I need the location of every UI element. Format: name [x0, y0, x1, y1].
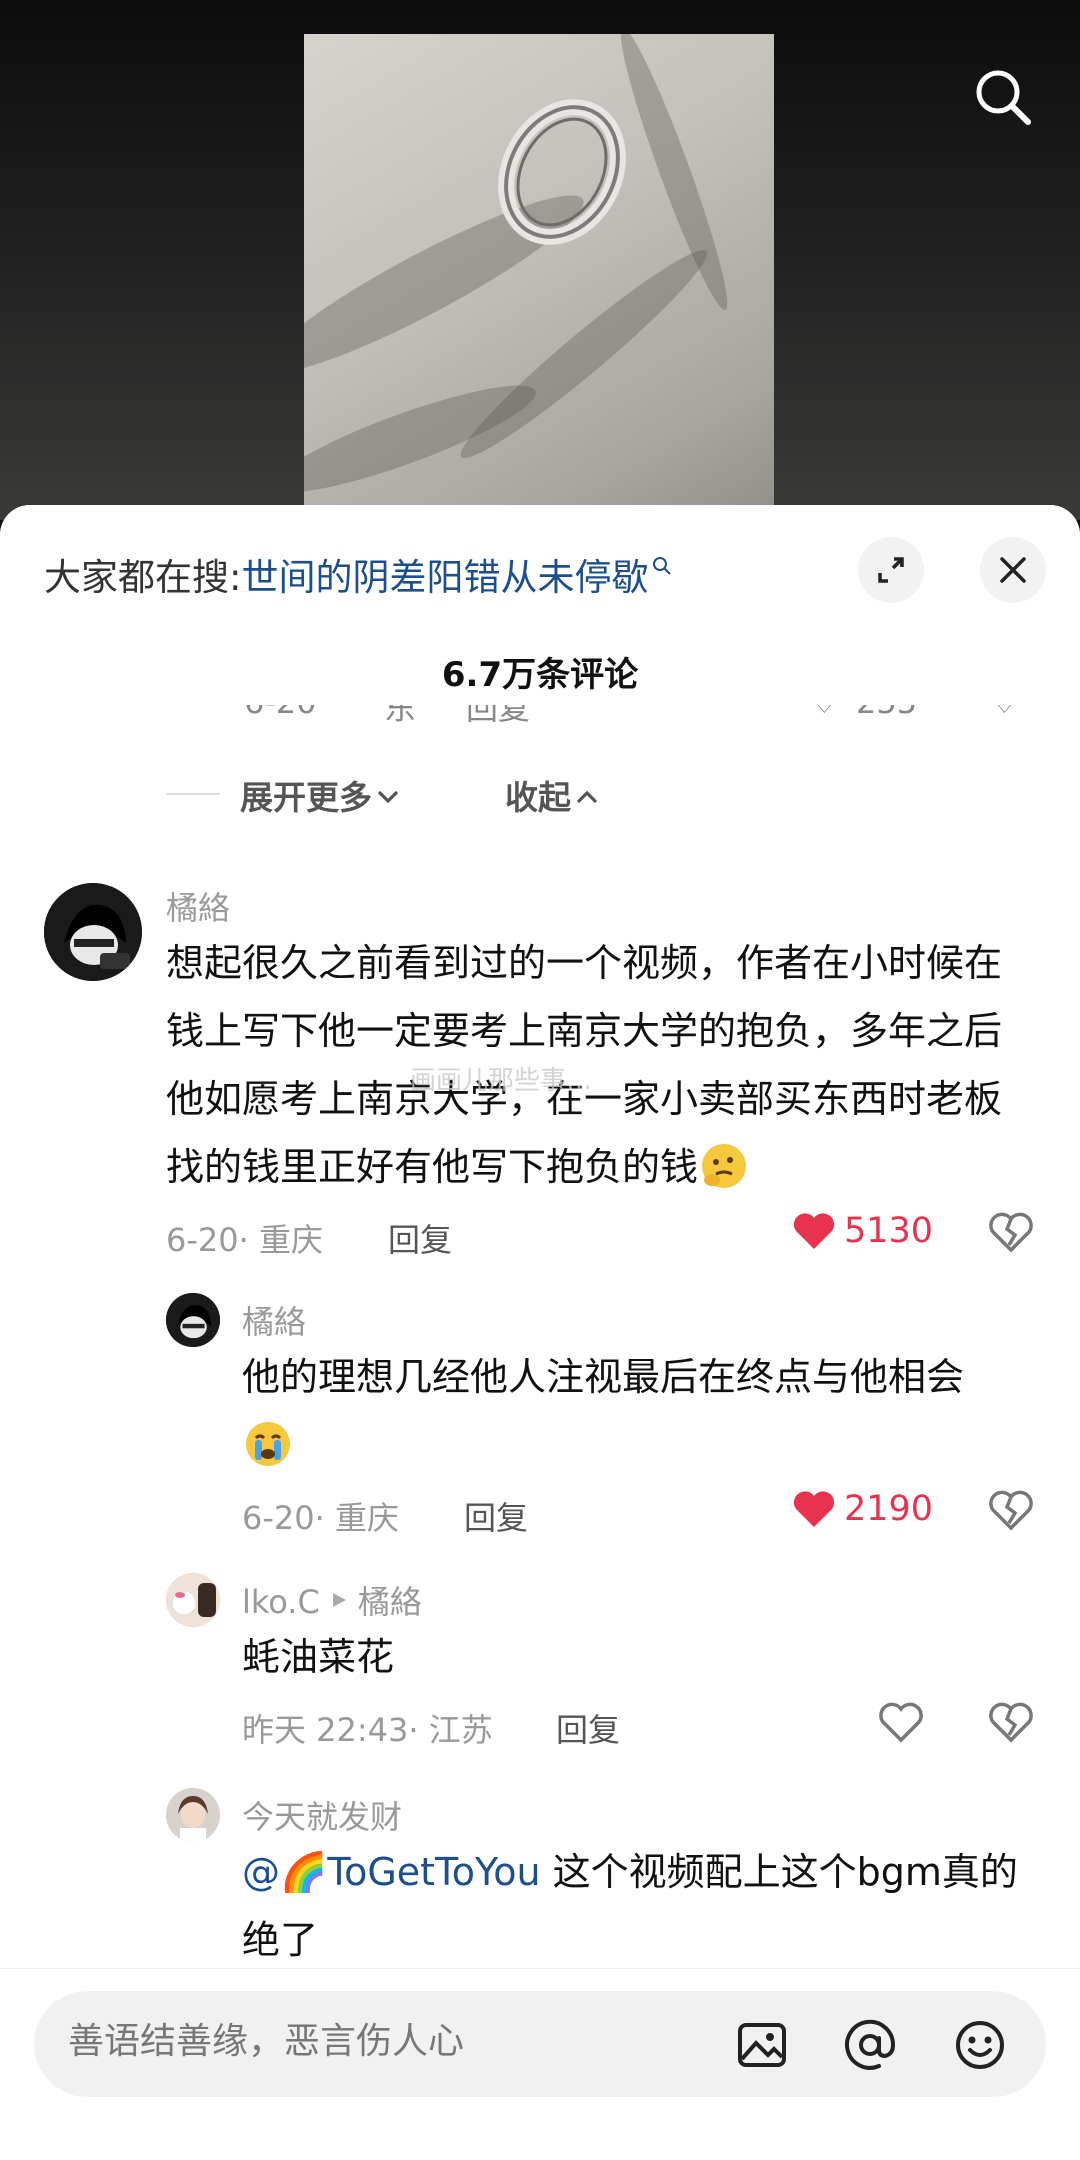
comment-input-pill[interactable] [34, 1991, 1046, 2097]
search-button[interactable] [966, 60, 1040, 134]
trending-query-link[interactable]: 世间的阴差阳错从未停歇 [241, 556, 648, 599]
reply-header: lko.C 橘絡 [242, 1577, 422, 1623]
chevron-up-icon [576, 790, 598, 804]
reply-item: 橘絡 他的理想几经他人注视最后在终点与他相会 6-20· 重庆 回复 2190 [0, 1285, 1080, 1545]
heart-icon [793, 1491, 835, 1527]
reply-item: lko.C 橘絡 蚝油菜花 昨天 22:43· 江苏 回复 [0, 1565, 1080, 1765]
reply-to-username[interactable]: 橘絡 [358, 1583, 422, 1621]
broken-heart-icon[interactable] [988, 1489, 1034, 1531]
avatar-illustration [166, 1573, 220, 1627]
sheet-header: 大家都在搜:世间的阴差阳错从未停歇 6.7万条评论 [0, 505, 1080, 705]
comment-meta: 6-20· 重庆 [242, 1499, 399, 1537]
comment-meta: 昨天 22:43· 江苏 [242, 1711, 493, 1749]
trending-search[interactable]: 大家都在搜:世间的阴差阳错从未停歇 [44, 547, 672, 601]
crying-emoji-icon [246, 1422, 290, 1466]
like-count: 2190 [844, 1489, 934, 1529]
heart-outline-icon[interactable] [878, 1701, 924, 1743]
heart-icon [793, 1213, 835, 1249]
comment-username[interactable]: lko.C [242, 1583, 320, 1621]
expand-more-label: 展开更多 [240, 778, 372, 817]
avatar-illustration [166, 1788, 220, 1842]
at-icon [845, 2019, 896, 2070]
avatar[interactable] [166, 1293, 220, 1347]
divider-line [166, 793, 220, 795]
collapse-label: 收起 [505, 778, 571, 817]
comment-body: 他的理想几经他人注视最后在终点与他相会 [242, 1355, 965, 1399]
comment-meta: 6-20· 重庆 [166, 1221, 323, 1259]
avatar[interactable] [44, 883, 142, 981]
comment-text: 他的理想几经他人注视最后在终点与他相会 [242, 1343, 1032, 1479]
like-count: 5130 [844, 1211, 934, 1251]
reply-button[interactable]: 回复 [556, 1705, 620, 1751]
emoji-icon [956, 2021, 1004, 2069]
avatar-illustration [166, 1293, 220, 1347]
thinking-emoji-icon [702, 1144, 747, 1188]
mention-link[interactable]: @🌈ToGetToYou [242, 1850, 541, 1894]
like-button[interactable]: 2190 [792, 1489, 933, 1529]
comment-username[interactable]: 橘絡 [166, 883, 230, 929]
expand-more-button[interactable]: 展开更多 [240, 771, 400, 819]
comment-input-bar [0, 1968, 1080, 2160]
thread-controls: 展开更多 收起 [0, 763, 1080, 823]
reply-button[interactable]: 回复 [464, 1493, 528, 1539]
comment-username[interactable]: 今天就发财 [242, 1792, 402, 1838]
reply-item: 今天就发财 @🌈ToGetToYou 这个视频配上这个bgm真的绝了 [0, 1780, 1080, 1980]
comment-sheet: 大家都在搜:世间的阴差阳错从未停歇 6.7万条评论 6-20 东 回复 ♡ 25… [0, 505, 1080, 2160]
video-player[interactable] [0, 0, 1080, 520]
watermark: 画画儿那些事… [410, 1066, 593, 1096]
reply-button[interactable]: 回复 [388, 1215, 452, 1261]
search-icon [976, 70, 1031, 125]
avatar-illustration [44, 883, 142, 981]
search-small-icon [653, 557, 672, 575]
chevron-down-icon [377, 790, 399, 804]
comment-text: 蚝油菜花 [242, 1635, 395, 1679]
reply-arrow-icon [332, 1593, 346, 1607]
broken-heart-icon[interactable] [988, 1211, 1034, 1253]
comment-count: 6.7万条评论 [441, 655, 639, 695]
close-sheet-button[interactable] [980, 537, 1046, 603]
image-icon [738, 2023, 786, 2067]
like-button[interactable]: 5130 [792, 1211, 933, 1251]
mention-button[interactable] [842, 2017, 898, 2073]
avatar[interactable] [166, 1788, 220, 1842]
comment-username[interactable]: 橘絡 [242, 1297, 306, 1343]
comment-text: 想起很久之前看到过的一个视频，作者在小时候在钱上写下他一定要考上南京大学的抱负，… [166, 929, 1026, 1201]
trending-prefix: 大家都在搜: [44, 556, 242, 599]
comment-input[interactable] [68, 2021, 688, 2062]
collapse-button[interactable]: 收起 [505, 771, 599, 819]
emoji-button[interactable] [952, 2017, 1008, 2073]
close-icon [1000, 557, 1026, 583]
expand-sheet-button[interactable] [858, 537, 924, 603]
avatar[interactable] [166, 1573, 220, 1627]
expand-icon [878, 557, 904, 583]
image-button[interactable] [734, 2017, 790, 2073]
comment-text: @🌈ToGetToYou 这个视频配上这个bgm真的绝了 [242, 1838, 1032, 1974]
broken-heart-icon[interactable] [988, 1701, 1034, 1743]
video-frame-ring-image [304, 34, 774, 520]
